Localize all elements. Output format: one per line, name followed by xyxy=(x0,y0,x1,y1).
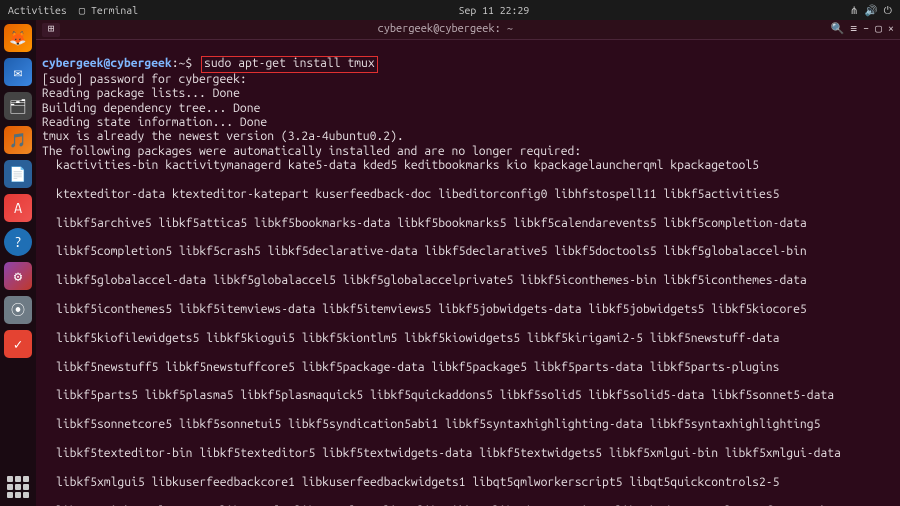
activities-button[interactable]: Activities xyxy=(8,4,67,16)
dock-rhythmbox-icon[interactable]: 🎵 xyxy=(4,126,32,154)
pkg-line: libkf5xmlgui5 libkuserfeedbackcore1 libk… xyxy=(42,476,894,490)
maximize-icon[interactable]: ▢ xyxy=(875,23,882,36)
output-line: [sudo] password for cybergeek: xyxy=(42,73,247,86)
dock-settings-icon[interactable]: ⚙ xyxy=(4,262,32,290)
dock-libreoffice-icon[interactable]: 📄 xyxy=(4,160,32,188)
pkg-line: libkf5parts5 libkf5plasma5 libkf5plasmaq… xyxy=(42,389,894,403)
pkg-line: libkf5archive5 libkf5attica5 libkf5bookm… xyxy=(42,217,894,231)
search-icon[interactable]: 🔍 xyxy=(831,23,845,36)
pkg-line: libkf5newstuff5 libkf5newstuffcore5 libk… xyxy=(42,361,894,375)
prompt-user: cybergeek xyxy=(42,57,103,70)
dock-firefox-icon[interactable]: 🦊 xyxy=(4,24,32,52)
pkg-line: libkf5completion5 libkf5crash5 libkf5dec… xyxy=(42,245,894,259)
network-icon[interactable]: ⋔ xyxy=(850,4,859,16)
gnome-top-panel: Activities ▢ Terminal Sep 11 22:29 ⋔ 🔊 ⏻ xyxy=(0,0,900,20)
output-line: Reading state information... Done xyxy=(42,116,267,129)
show-applications-icon[interactable] xyxy=(7,476,29,498)
pkg-line: libkf5iconthemes5 libkf5itemviews-data l… xyxy=(42,303,894,317)
volume-icon[interactable]: 🔊 xyxy=(865,4,878,16)
output-line: tmux is already the newest version (3.2a… xyxy=(42,130,404,143)
dock-files-icon[interactable]: 🗂 xyxy=(4,92,32,120)
pkg-line: ktexteditor-data ktexteditor-katepart ku… xyxy=(42,188,894,202)
prompt-host: cybergeek xyxy=(110,57,171,70)
pkg-line: libkf5globalaccel-data libkf5globalaccel… xyxy=(42,274,894,288)
highlighted-command: sudo apt-get install tmux xyxy=(201,56,378,72)
dock-thunderbird-icon[interactable]: ✉ xyxy=(4,58,32,86)
dock-todoist-icon[interactable]: ✓ xyxy=(4,330,32,358)
window-title: cybergeek@cybergeek: ~ xyxy=(60,23,831,36)
prompt-line-1: cybergeek@cybergeek:~$ sudo apt-get inst… xyxy=(42,57,378,70)
minimize-icon[interactable]: – xyxy=(863,23,869,36)
ubuntu-dock: 🦊 ✉ 🗂 🎵 📄 A ? ⚙ ⦿ ✓ xyxy=(0,20,36,506)
terminal-indicator[interactable]: ▢ Terminal xyxy=(79,4,138,16)
pkg-line: libkf5sonnetcore5 libkf5sonnetui5 libkf5… xyxy=(42,418,894,432)
dock-disks-icon[interactable]: ⦿ xyxy=(4,296,32,324)
pkg-line: libkf5texteditor-bin libkf5texteditor5 l… xyxy=(42,447,894,461)
clock[interactable]: Sep 11 22:29 xyxy=(459,4,530,16)
close-icon[interactable]: × xyxy=(888,23,894,36)
terminal-viewport[interactable]: cybergeek@cybergeek:~$ sudo apt-get inst… xyxy=(36,40,900,506)
pkg-line: libkf5kiofilewidgets5 libkf5kiogui5 libk… xyxy=(42,332,894,346)
new-tab-icon[interactable]: ⊞ xyxy=(42,23,60,37)
power-icon[interactable]: ⏻ xyxy=(884,4,892,16)
output-line: Building dependency tree... Done xyxy=(42,102,260,115)
dock-help-icon[interactable]: ? xyxy=(4,228,32,256)
output-line: The following packages were automaticall… xyxy=(42,145,581,158)
pkg-line: kactivities-bin kactivitymanagerd kate5-… xyxy=(42,159,894,173)
dock-software-icon[interactable]: A xyxy=(4,194,32,222)
output-line: Reading package lists... Done xyxy=(42,87,240,100)
terminal-titlebar: ⊞ cybergeek@cybergeek: ~ 🔍 ≡ – ▢ × xyxy=(36,20,900,40)
menu-icon[interactable]: ≡ xyxy=(850,23,857,36)
